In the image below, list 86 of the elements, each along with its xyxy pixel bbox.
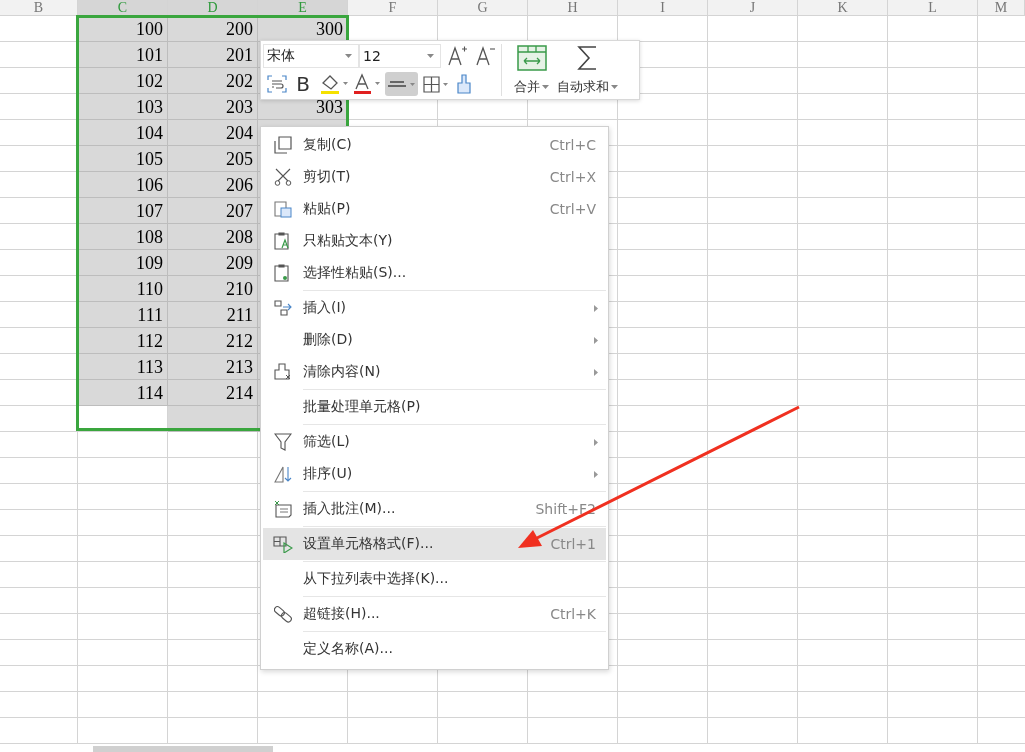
column-header[interactable]: L [888,0,978,15]
table-cell: 209 [168,250,258,276]
increase-font-icon[interactable] [447,45,469,67]
caret-icon [345,54,352,58]
horizontal-scrollbar[interactable] [93,746,273,752]
table-cell: 214 [168,380,258,406]
merge-cells-icon [515,44,548,72]
table-cell: 205 [168,146,258,172]
column-header[interactable]: J [708,0,798,15]
column-header[interactable]: M [978,0,1025,15]
table-cell: 113 [78,354,168,380]
menu-item[interactable]: 清除内容(N) [263,356,606,388]
menu-item[interactable]: 从下拉列表中选择(K)... [263,563,606,595]
clipboard-icon [274,232,292,250]
menu-item[interactable]: 剪切(T) Ctrl+X [263,161,606,193]
borders-icon[interactable] [421,73,451,95]
table-cell: 213 [168,354,258,380]
menu-item[interactable]: 定义名称(A)... [263,633,606,665]
table-cell: 107 [78,198,168,224]
table-cell: 203 [168,94,258,120]
wrap-text-icon[interactable] [267,75,287,93]
column-header[interactable]: I [618,0,708,15]
menu-item[interactable]: 删除(D) [263,324,606,356]
table-cell: 102 [78,68,168,94]
table-cell: 105 [78,146,168,172]
eraser-icon [274,363,292,381]
table-cell: 201 [168,42,258,68]
menu-item[interactable]: 只粘贴文本(Y) [263,225,606,257]
fill-color-icon[interactable] [319,73,349,95]
table-cell: 100 [78,16,168,42]
table-cell: 210 [168,276,258,302]
insert-cells-icon [274,299,292,317]
scissors-icon [274,168,292,186]
filter-icon [274,433,292,451]
column-header[interactable]: F [348,0,438,15]
table-cell: 112 [78,328,168,354]
menu-item[interactable]: 批量处理单元格(P) [263,391,606,423]
table-cell: 204 [168,120,258,146]
table-cell: 101 [78,42,168,68]
paste-icon [274,200,292,218]
autosum-button[interactable]: 自动求和 [553,44,622,96]
table-cell: 207 [168,198,258,224]
merge-button[interactable]: 合并 [510,44,553,96]
link-icon [274,605,292,623]
align-button[interactable] [385,72,418,96]
menu-item[interactable]: 复制(C) Ctrl+C [263,129,606,161]
table-cell: 110 [78,276,168,302]
caret-icon [410,82,415,86]
column-header[interactable]: K [798,0,888,15]
table-cell: 202 [168,68,258,94]
table-cell: 106 [78,172,168,198]
table-cell: 114 [78,380,168,406]
font-color-icon[interactable] [352,73,382,95]
clipboard-icon [274,264,292,282]
table-cell: 211 [168,302,258,328]
table-cell: 104 [78,120,168,146]
table-cell: 206 [168,172,258,198]
caret-icon [611,85,618,89]
decrease-font-icon[interactable] [475,45,497,67]
table-cell: 212 [168,328,258,354]
comment-icon [274,500,292,518]
bold-button[interactable]: B [290,72,316,96]
menu-item[interactable]: 超链接(H)... Ctrl+K [263,598,606,630]
table-cell: 108 [78,224,168,250]
menu-item[interactable]: 粘贴(P) Ctrl+V [263,193,606,225]
font-size-select[interactable]: 12 [359,44,441,68]
table-cell: 103 [78,94,168,120]
menu-item[interactable]: 排序(U) [263,458,606,490]
menu-item[interactable]: 选择性粘贴(S)... [263,257,606,289]
font-select[interactable]: 宋体 [263,44,359,68]
menu-item[interactable]: 插入批注(M)... Shift+F2 [263,493,606,525]
table-cell: 208 [168,224,258,250]
menu-item[interactable]: 插入(I) [263,292,606,324]
column-header[interactable]: H [528,0,618,15]
sort-icon [274,465,292,483]
align-center-icon [388,81,406,87]
caret-icon [542,85,549,89]
menu-item[interactable]: 筛选(L) [263,426,606,458]
copy-icon [274,136,292,154]
table-cell: 109 [78,250,168,276]
caret-icon [427,54,434,58]
column-header[interactable]: G [438,0,528,15]
menu-item[interactable]: 设置单元格格式(F)... Ctrl+1 [263,528,606,560]
format-cells-icon [273,535,293,553]
table-cell: 111 [78,302,168,328]
table-cell: 200 [168,16,258,42]
